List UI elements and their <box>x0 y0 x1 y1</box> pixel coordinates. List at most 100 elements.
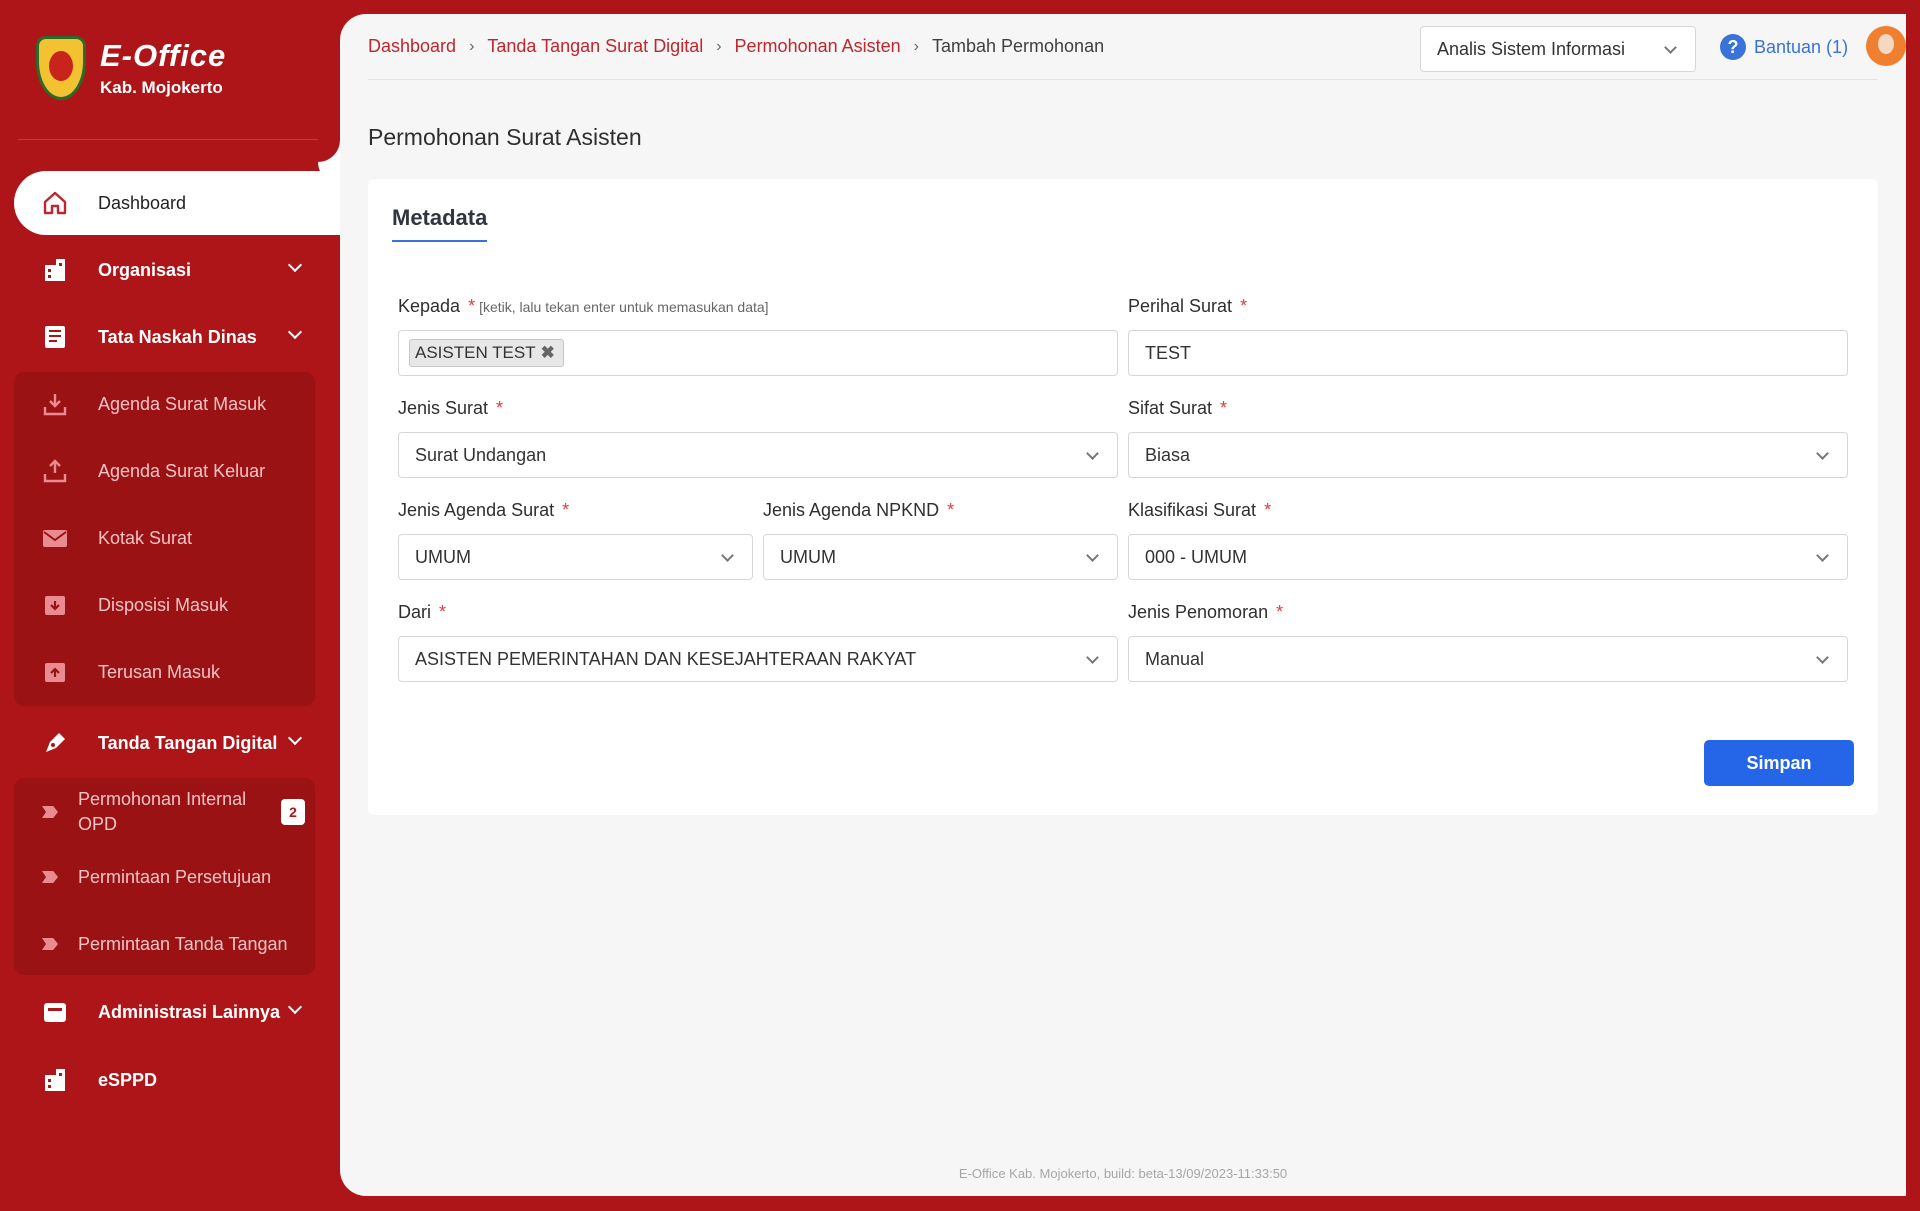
breadcrumb-tanda-tangan[interactable]: Tanda Tangan Surat Digital <box>487 36 703 57</box>
required-mark: * <box>562 500 570 520</box>
required-mark: * <box>947 500 955 520</box>
chevron-down-icon <box>1816 447 1829 460</box>
penomoran-select[interactable]: Manual <box>1128 636 1848 682</box>
sifat-surat-label: Sifat Surat * <box>1128 398 1227 419</box>
sifat-surat-value: Biasa <box>1145 444 1191 465</box>
penomoran-label: Jenis Penomoran * <box>1128 602 1283 623</box>
sidebar-item-organisasi[interactable]: Organisasi <box>14 238 340 302</box>
sidebar-item-permintaan-persetujuan[interactable]: Permintaan Persetujuan <box>14 845 315 909</box>
jenis-agenda-label-text: Jenis Agenda Surat <box>398 500 555 520</box>
sifat-surat-select[interactable]: Biasa <box>1128 432 1848 478</box>
perihal-input[interactable]: TEST <box>1128 330 1848 376</box>
breadcrumb: Dashboard › Tanda Tangan Surat Digital ›… <box>368 36 1104 57</box>
sidebar-item-label: Administrasi Lainnya <box>98 1001 281 1022</box>
main-content: Dashboard › Tanda Tangan Surat Digital ›… <box>340 14 1906 1196</box>
sidebar-item-permohonan-internal-opd[interactable]: Permohonan Internal OPD 2 <box>14 780 315 844</box>
recipient-chip: ASISTEN TEST ✖ <box>409 339 564 367</box>
book-icon <box>42 324 68 350</box>
sidebar-item-administrasi-lainnya[interactable]: Administrasi Lainnya <box>14 980 340 1044</box>
jenis-surat-label-text: Jenis Surat <box>398 398 489 418</box>
sidebar-item-label: Dashboard <box>98 192 187 213</box>
required-mark: * <box>1276 602 1284 622</box>
sidebar-item-tata-naskah-dinas[interactable]: Tata Naskah Dinas <box>14 305 340 369</box>
kepada-label-text: Kepada <box>398 296 461 316</box>
building-icon <box>42 1067 68 1093</box>
recipient-chip-label: ASISTEN TEST <box>415 343 536 362</box>
sidebar-item-label: Organisasi <box>98 259 192 280</box>
klasifikasi-select[interactable]: 000 - UMUM <box>1128 534 1848 580</box>
chevron-down-icon <box>1816 651 1829 664</box>
help-link[interactable]: ? Bantuan (1) <box>1720 34 1848 60</box>
penomoran-value: Manual <box>1145 648 1205 669</box>
sidebar-item-disposisi-masuk[interactable]: Disposisi Masuk <box>14 573 315 637</box>
sidebar-item-label: Kotak Surat <box>98 527 193 548</box>
required-mark: * <box>1264 500 1272 520</box>
chevron-right-icon: › <box>913 37 919 55</box>
jenis-npknd-label-text: Jenis Agenda NPKND <box>763 500 940 520</box>
required-mark: * <box>468 296 476 316</box>
remove-icon[interactable]: ✖ <box>541 343 555 363</box>
kepada-input[interactable]: ASISTEN TEST ✖ <box>398 330 1118 376</box>
chevron-down-icon <box>1086 549 1099 562</box>
jenis-agenda-select[interactable]: UMUM <box>398 534 753 580</box>
topbar: Dashboard › Tanda Tangan Surat Digital ›… <box>368 14 1906 80</box>
breadcrumb-permohonan-asisten[interactable]: Permohonan Asisten <box>735 36 901 57</box>
sidebar: E-Office Kab. Mojokerto Dashboard Organi… <box>0 0 340 1211</box>
form-card: Metadata Kepada * [ketik, lalu tekan enter… <box>368 179 1878 815</box>
required-mark: * <box>496 398 504 418</box>
avatar[interactable] <box>1866 26 1906 66</box>
archive-icon <box>42 999 68 1025</box>
sidebar-item-agenda-surat-keluar[interactable]: Agenda Surat Keluar <box>14 439 315 503</box>
notification-badge: 2 <box>281 799 305 825</box>
jenis-surat-select[interactable]: Surat Undangan <box>398 432 1118 478</box>
breadcrumb-current: Tambah Permohonan <box>931 36 1105 56</box>
jenis-npknd-select[interactable]: UMUM <box>763 534 1118 580</box>
jenis-agenda-value: UMUM <box>415 546 471 567</box>
sidebar-item-esppd[interactable]: eSPPD <box>14 1048 340 1112</box>
sidebar-item-terusan-masuk[interactable]: Terusan Masuk <box>14 640 315 704</box>
sidebar-item-dashboard[interactable]: Dashboard <box>14 171 340 235</box>
chevron-right-icon: › <box>469 37 475 55</box>
penomoran-label-text: Jenis Penomoran <box>1128 602 1269 622</box>
sidebar-item-label: Tanda Tangan Digital <box>98 732 278 753</box>
sidebar-item-label: Permohonan Internal OPD <box>78 789 247 834</box>
klasifikasi-label: Klasifikasi Surat * <box>1128 500 1271 521</box>
tag-icon <box>42 806 58 818</box>
help-label: Bantuan (1) <box>1754 36 1849 57</box>
chevron-down-icon <box>1086 651 1099 664</box>
breadcrumb-dashboard[interactable]: Dashboard <box>368 36 456 57</box>
chevron-down-icon <box>287 730 303 746</box>
jenis-surat-value: Surat Undangan <box>415 444 547 465</box>
sidebar-item-agenda-surat-masuk[interactable]: Agenda Surat Masuk <box>14 372 315 436</box>
jenis-npknd-value: UMUM <box>780 546 836 567</box>
chevron-down-icon <box>1086 447 1099 460</box>
tab-metadata[interactable]: Metadata <box>392 205 488 242</box>
sidebar-item-kotak-surat[interactable]: Kotak Surat <box>14 506 315 570</box>
mail-icon <box>42 525 68 551</box>
required-mark: * <box>1240 296 1248 316</box>
sidebar-item-label: Disposisi Masuk <box>98 594 229 615</box>
sidebar-active-corner <box>318 140 340 162</box>
perihal-label-text: Perihal Surat <box>1128 296 1233 316</box>
role-select[interactable]: Analis Sistem Informasi <box>1420 26 1696 72</box>
required-mark: * <box>439 602 447 622</box>
chevron-down-icon <box>287 999 303 1015</box>
sidebar-item-label: Agenda Surat Keluar <box>98 460 266 481</box>
upload-tray-icon <box>42 458 68 484</box>
dari-value: ASISTEN PEMERINTAHAN DAN KESEJAHTERAAN R… <box>415 648 917 669</box>
sidebar-divider <box>18 139 318 140</box>
perihal-label: Perihal Surat * <box>1128 296 1247 317</box>
chevron-down-icon <box>287 257 303 273</box>
logo[interactable]: E-Office Kab. Mojokerto <box>36 36 226 100</box>
jenis-npknd-label: Jenis Agenda NPKND * <box>763 500 954 521</box>
klasifikasi-label-text: Klasifikasi Surat <box>1128 500 1257 520</box>
sidebar-item-label: Terusan Masuk <box>98 661 221 682</box>
sidebar-item-label: Permintaan Tanda Tangan <box>78 933 288 954</box>
sidebar-item-permintaan-tanda-tangan[interactable]: Permintaan Tanda Tangan <box>14 912 315 976</box>
dari-label-text: Dari <box>398 602 432 622</box>
pen-icon <box>42 730 68 756</box>
app-subtitle: Kab. Mojokerto <box>100 78 223 97</box>
save-button[interactable]: Simpan <box>1704 740 1854 786</box>
sidebar-item-tanda-tangan-digital[interactable]: Tanda Tangan Digital <box>14 711 340 775</box>
dari-select[interactable]: ASISTEN PEMERINTAHAN DAN KESEJAHTERAAN R… <box>398 636 1118 682</box>
